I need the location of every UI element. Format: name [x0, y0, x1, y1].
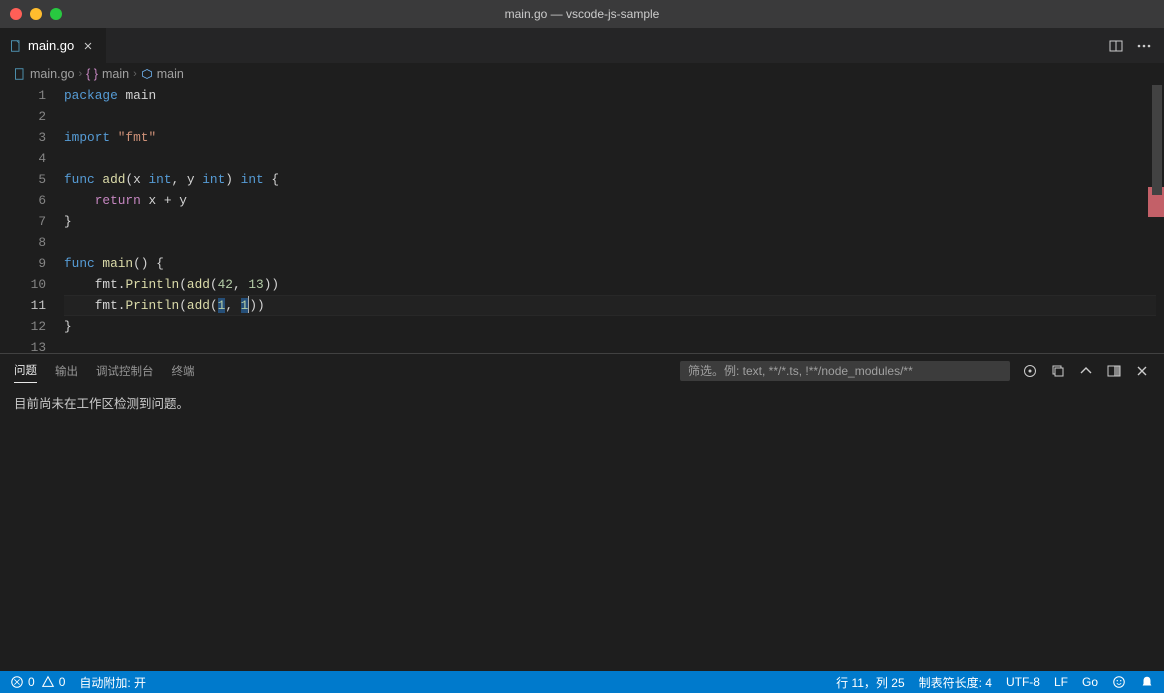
line-number: 13	[0, 337, 46, 358]
split-editor-icon[interactable]	[1108, 38, 1124, 54]
code-editor[interactable]: 1 2 3 4 5 6 7 8 9 10 11 12 13 package ma…	[0, 85, 1164, 353]
titlebar: main.go — vscode-js-sample	[0, 0, 1164, 28]
line-number: 10	[0, 274, 46, 295]
status-errors[interactable]: 0	[10, 675, 35, 689]
status-auto-attach[interactable]: 自动附加: 开	[79, 674, 146, 691]
line-number: 5	[0, 169, 46, 190]
collapse-all-icon[interactable]	[1050, 363, 1066, 379]
tab-filename: main.go	[28, 38, 74, 53]
breadcrumb-file: main.go	[30, 67, 74, 81]
panel-tab-problems[interactable]: 问题	[14, 358, 37, 383]
status-warnings[interactable]: 0	[41, 675, 66, 689]
scrollbar-thumb[interactable]	[1152, 85, 1162, 195]
chevron-up-icon[interactable]	[1078, 363, 1094, 379]
tab-bar: main.go	[0, 28, 1164, 63]
text-cursor	[248, 296, 249, 313]
editor-tab-main-go[interactable]: main.go	[0, 28, 107, 63]
more-actions-icon[interactable]	[1136, 38, 1152, 54]
line-number: 3	[0, 127, 46, 148]
maximize-panel-icon[interactable]	[1106, 363, 1122, 379]
status-feedback-icon[interactable]	[1112, 675, 1126, 689]
warning-icon	[41, 675, 55, 689]
status-line-col[interactable]: 行 11，列 25	[836, 674, 904, 691]
chevron-right-icon: ›	[133, 68, 137, 80]
line-number-gutter: 1 2 3 4 5 6 7 8 9 10 11 12 13	[0, 85, 64, 353]
line-number: 4	[0, 148, 46, 169]
code-content[interactable]: package main import "fmt" func add(x int…	[64, 85, 1164, 353]
line-number: 6	[0, 190, 46, 211]
panel-tab-terminal[interactable]: 终端	[172, 359, 195, 383]
go-file-icon	[10, 40, 22, 52]
bottom-panel: 问题 输出 调试控制台 终端 目前尚未在工作区检测到问题。	[0, 353, 1164, 671]
breadcrumb-function: main	[157, 67, 184, 81]
window-title: main.go — vscode-js-sample	[0, 7, 1164, 21]
warning-count: 0	[59, 675, 66, 689]
panel-tab-debug-console[interactable]: 调试控制台	[96, 359, 154, 383]
panel-tab-output[interactable]: 输出	[55, 359, 78, 383]
status-tab-size[interactable]: 制表符长度: 4	[919, 674, 992, 691]
error-icon	[10, 675, 24, 689]
line-number: 2	[0, 106, 46, 127]
line-number: 1	[0, 85, 46, 106]
chevron-right-icon: ›	[78, 68, 82, 80]
line-number: 7	[0, 211, 46, 232]
problems-empty-message: 目前尚未在工作区检测到问题。	[0, 387, 1164, 418]
status-eol[interactable]: LF	[1054, 675, 1068, 689]
breadcrumb[interactable]: main.go › { } main › main	[0, 63, 1164, 85]
filter-settings-icon[interactable]	[1022, 363, 1038, 379]
line-number: 11	[0, 295, 46, 316]
status-notifications-icon[interactable]	[1140, 675, 1154, 689]
line-number: 8	[0, 232, 46, 253]
status-language[interactable]: Go	[1082, 675, 1098, 689]
close-tab-icon[interactable]	[80, 38, 96, 54]
namespace-icon: { }	[86, 67, 98, 81]
line-number: 12	[0, 316, 46, 337]
error-count: 0	[28, 675, 35, 689]
go-file-icon	[14, 68, 26, 80]
status-bar: 0 0 自动附加: 开 行 11，列 25 制表符长度: 4 UTF-8 LF …	[0, 671, 1164, 693]
status-encoding[interactable]: UTF-8	[1006, 675, 1040, 689]
close-panel-icon[interactable]	[1134, 363, 1150, 379]
breadcrumb-namespace: main	[102, 67, 129, 81]
line-number: 9	[0, 253, 46, 274]
function-icon	[141, 68, 153, 80]
problems-filter-input[interactable]	[680, 361, 1010, 381]
